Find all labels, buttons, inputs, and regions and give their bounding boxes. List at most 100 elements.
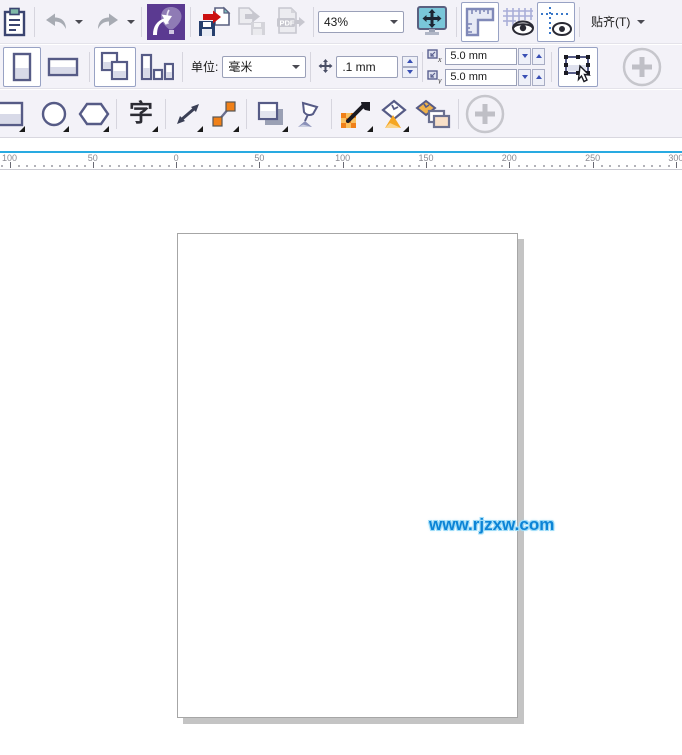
units-combobox[interactable]: 毫米 — [222, 56, 306, 78]
pan-monitor-icon — [415, 5, 449, 38]
all-pages-size-button[interactable] — [94, 47, 136, 87]
eyedropper-icon — [339, 99, 373, 129]
flyout-indicator — [233, 126, 239, 132]
duplicate-x-field[interactable]: 5.0 mm — [445, 48, 517, 65]
triangle-up-icon — [407, 59, 413, 63]
color-eyedropper-tool[interactable] — [336, 93, 376, 135]
pan-button[interactable] — [412, 2, 452, 42]
smart-fill-icon — [415, 99, 451, 129]
grid-toggle-button[interactable] — [499, 2, 537, 42]
standard-toolbar: PDF 43% — [0, 0, 682, 44]
drawing-canvas[interactable]: www.rjzxw.com — [0, 171, 682, 755]
plus-circle-icon — [464, 93, 506, 135]
wine-glass-icon — [294, 100, 324, 128]
nudge-spinner[interactable] — [402, 56, 418, 78]
separator — [422, 52, 423, 82]
separator — [165, 99, 166, 129]
ellipse-tool[interactable] — [36, 93, 72, 135]
undo-dropdown-caret[interactable] — [73, 5, 85, 39]
undo-button[interactable] — [39, 3, 73, 41]
page-sizes-icon — [140, 52, 174, 82]
separator — [182, 52, 183, 82]
separator — [458, 99, 459, 129]
rectangle-icon — [0, 101, 24, 127]
smart-fill-tool[interactable] — [412, 93, 454, 135]
guidelines-icon — [539, 6, 573, 38]
separator — [141, 7, 142, 37]
portrait-orientation-button[interactable] — [3, 47, 41, 87]
caret-down-icon — [292, 65, 300, 69]
drop-shadow-icon — [255, 100, 287, 128]
triangle-down-icon — [522, 75, 528, 79]
duplicate-distance-group: x 5.0 mm y 5.0 mm — [427, 46, 545, 88]
transparency-tool[interactable] — [291, 93, 327, 135]
publish-to-pdf-button-disabled: PDF — [271, 3, 309, 41]
nudge-distance-value: .1 mm — [342, 60, 375, 74]
duplicate-x-value: 5.0 mm — [450, 50, 487, 62]
treat-as-filled-button[interactable] — [558, 47, 598, 87]
rectangle-tool[interactable] — [0, 93, 28, 135]
flyout-indicator — [197, 126, 203, 132]
nudge-distance-field[interactable]: .1 mm — [336, 56, 398, 78]
redo-arrow-icon — [95, 11, 121, 33]
triangle-up-icon — [536, 54, 542, 58]
export-icon — [235, 6, 269, 38]
add-tool-button-disabled — [463, 92, 507, 136]
grid-icon — [501, 6, 535, 38]
duplicate-x-spin-button[interactable] — [532, 48, 545, 65]
clipboard-paste-icon — [2, 7, 28, 37]
selection-cursor-icon — [561, 51, 595, 83]
spin-down-button[interactable] — [402, 67, 418, 78]
flyout-indicator — [19, 126, 25, 132]
export-button-disabled — [233, 3, 271, 41]
application-launcher-button[interactable] — [146, 2, 186, 42]
separator — [579, 7, 580, 37]
dimension-tool[interactable] — [170, 93, 206, 135]
undo-arrow-icon — [43, 11, 69, 33]
triangle-down-icon — [522, 54, 528, 58]
snap-to-dropdown[interactable]: 贴齐(T) — [584, 3, 652, 41]
zoom-level-combobox[interactable]: 43% — [318, 11, 404, 33]
duplicate-y-value: 5.0 mm — [450, 71, 487, 83]
redo-button[interactable] — [91, 3, 125, 41]
triangle-up-icon — [536, 75, 542, 79]
duplicate-x-icon: x — [427, 49, 443, 63]
connector-tool[interactable] — [206, 93, 242, 135]
landscape-page-icon — [47, 56, 79, 78]
flyout-indicator — [152, 126, 158, 132]
duplicate-y-field[interactable]: 5.0 mm — [445, 69, 517, 86]
horizontal-ruler[interactable]: 10050050100150200250300 — [0, 153, 682, 170]
separator — [116, 99, 117, 129]
watermark-text: www.rjzxw.com — [429, 515, 554, 535]
duplicate-x-dropdown-button[interactable] — [518, 48, 531, 65]
polygon-tool[interactable] — [76, 93, 112, 135]
interactive-fill-tool[interactable] — [376, 93, 412, 135]
paste-button[interactable] — [0, 3, 30, 41]
spin-up-button[interactable] — [402, 56, 418, 67]
flyout-indicator — [63, 126, 69, 132]
pdf-icon: PDF — [273, 6, 307, 38]
document-page[interactable] — [177, 233, 518, 718]
add-property-button-disabled — [620, 45, 664, 89]
duplicate-y-dropdown-button[interactable] — [518, 69, 531, 86]
svg-text:PDF: PDF — [280, 18, 295, 27]
caret-down-icon — [127, 20, 135, 24]
snap-to-label: 贴齐(T) — [591, 13, 630, 30]
separator — [190, 7, 191, 37]
redo-dropdown-caret[interactable] — [125, 5, 137, 39]
separator — [246, 99, 247, 129]
fill-bucket-icon — [379, 99, 409, 129]
guidelines-toggle-button[interactable] — [537, 2, 575, 42]
separator — [456, 7, 457, 37]
duplicate-y-icon: y — [427, 70, 443, 84]
landscape-orientation-button[interactable] — [41, 47, 85, 87]
ruler-toggle-button[interactable] — [461, 2, 499, 42]
import-button[interactable] — [195, 3, 233, 41]
flyout-indicator — [282, 126, 288, 132]
drop-shadow-tool[interactable] — [251, 93, 291, 135]
current-page-size-button[interactable] — [136, 47, 178, 87]
toolbox: 字 — [0, 90, 682, 138]
text-tool[interactable]: 字 — [121, 93, 161, 135]
duplicate-x-row: x 5.0 mm — [427, 47, 545, 66]
duplicate-y-spin-button[interactable] — [532, 69, 545, 86]
